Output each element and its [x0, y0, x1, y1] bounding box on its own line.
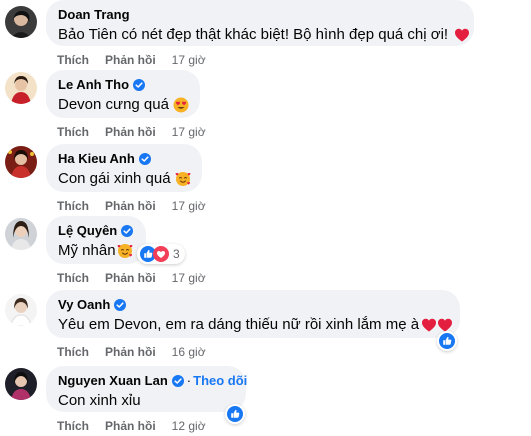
comment-bubble: Nguyen Xuan Lan · Theo dõi Con xinh xỉu [46, 366, 247, 412]
avatar[interactable] [5, 368, 37, 400]
avatar[interactable] [5, 294, 37, 326]
timestamp[interactable]: 17 giờ [172, 198, 206, 214]
comment-bubble: Ha Kieu Anh Con gái xinh quá [46, 144, 202, 192]
verified-badge-icon [172, 375, 184, 387]
avatar[interactable] [5, 72, 37, 104]
like-link[interactable]: Thích [57, 198, 89, 214]
red-heart-icon [421, 317, 437, 333]
reply-link[interactable]: Phản hồi [105, 198, 156, 214]
like-link[interactable]: Thích [57, 52, 89, 68]
comment-text: Con xinh xỉu [58, 392, 141, 409]
like-link[interactable]: Thích [57, 344, 89, 360]
like-link[interactable]: Thích [57, 124, 89, 140]
author-name[interactable]: Lệ Quyên [58, 223, 117, 239]
avatar[interactable] [5, 6, 37, 38]
author-name[interactable]: Nguyen Xuan Lan [58, 373, 168, 389]
timestamp[interactable]: 17 giờ [172, 124, 206, 140]
reply-link[interactable]: Phản hồi [105, 124, 156, 140]
reply-link[interactable]: Phản hồi [105, 52, 156, 68]
comment-bubble: Vy Oanh Yêu em Devon, em ra dáng thiếu n… [46, 290, 460, 338]
avatar[interactable] [5, 146, 37, 178]
reply-link[interactable]: Phản hồi [105, 344, 156, 360]
reaction-summary[interactable] [437, 331, 457, 351]
author-name[interactable]: Le Anh Tho [58, 77, 129, 93]
comment-bubble: Doan Trang Bảo Tiên có nét đẹp thật khác… [46, 0, 474, 46]
author-name[interactable]: Ha Kieu Anh [58, 151, 135, 167]
verified-badge-icon [139, 153, 151, 165]
like-reaction-icon [227, 406, 243, 422]
like-reaction-icon [439, 333, 455, 349]
comment-bubble: Le Anh Tho Devon cưng quá [46, 70, 200, 118]
heart-eyes-icon [173, 97, 189, 113]
comment-text: Mỹ nhân [58, 242, 116, 259]
timestamp[interactable]: 12 giờ [172, 418, 206, 434]
comment-bubble: Lệ Quyên Mỹ nhân [46, 216, 146, 264]
timestamp[interactable]: 17 giờ [172, 270, 206, 286]
smiling-face-with-hearts-icon [175, 171, 191, 187]
smiling-face-with-hearts-icon [117, 243, 133, 259]
verified-badge-icon [133, 79, 145, 91]
avatar[interactable] [5, 218, 37, 250]
follow-button[interactable]: Theo dõi [193, 373, 247, 389]
like-link[interactable]: Thích [57, 270, 89, 286]
comment-text: Yêu em Devon, em ra dáng thiếu nữ rồi xi… [58, 316, 420, 333]
verified-badge-icon [121, 225, 133, 237]
reaction-summary[interactable]: 3 [137, 244, 185, 264]
reaction-count: 3 [173, 247, 180, 261]
comment-text: Con gái xinh quá [58, 170, 171, 187]
comment-text: Devon cưng quá [58, 96, 169, 113]
timestamp[interactable]: 16 giờ [172, 344, 206, 360]
red-heart-icon [454, 27, 470, 43]
verified-badge-icon [114, 299, 126, 311]
love-reaction-icon [153, 246, 169, 262]
author-name[interactable]: Vy Oanh [58, 297, 110, 313]
like-link[interactable]: Thích [57, 418, 89, 434]
reply-link[interactable]: Phản hồi [105, 418, 156, 434]
reaction-summary[interactable] [225, 404, 245, 424]
separator-dot: · [186, 373, 192, 388]
reply-link[interactable]: Phản hồi [105, 270, 156, 286]
author-name[interactable]: Doan Trang [58, 7, 130, 23]
comment-text: Bảo Tiên có nét đẹp thật khác biệt! Bộ h… [58, 26, 449, 43]
timestamp[interactable]: 17 giờ [172, 52, 206, 68]
